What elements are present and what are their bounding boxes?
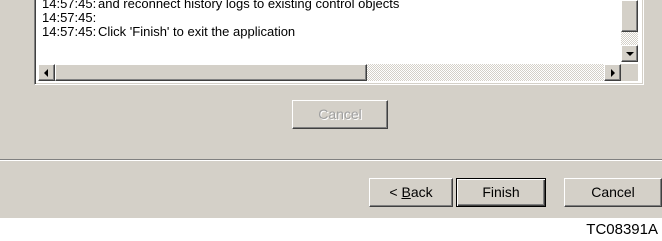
log-message: Click 'Finish' to exit the application xyxy=(98,24,296,39)
log-line: 14:57:45: xyxy=(42,11,617,25)
log-text-area[interactable]: 14:57:45: and reconnect history logs to e… xyxy=(42,0,617,59)
arrow-right-icon xyxy=(611,69,615,77)
arrow-left-icon xyxy=(44,69,48,77)
cancel-operation-button[interactable]: Cancel xyxy=(292,100,388,129)
back-label-rest: ack xyxy=(410,184,433,200)
back-prefix: < xyxy=(389,184,402,200)
log-output: 14:57:45: and reconnect history logs to e… xyxy=(34,0,644,85)
scroll-right-button[interactable] xyxy=(604,64,621,81)
horizontal-scrollbar[interactable] xyxy=(38,64,621,81)
back-button[interactable]: < Back xyxy=(369,178,453,207)
log-message: and reconnect history logs to existing c… xyxy=(98,0,400,11)
finish-button[interactable]: Finish xyxy=(456,178,546,207)
log-timestamp: 14:57:45: xyxy=(42,10,97,25)
cancel-button[interactable]: Cancel xyxy=(564,178,662,207)
back-mnemonic: B xyxy=(401,184,411,200)
arrow-down-icon xyxy=(626,52,634,56)
separator-line xyxy=(0,159,662,161)
figure-code: TC08391A xyxy=(586,221,658,238)
scroll-left-button[interactable] xyxy=(38,64,55,81)
scroll-down-button[interactable] xyxy=(621,45,638,62)
log-line: 14:57:45: and reconnect history logs to e… xyxy=(42,0,617,11)
horizontal-scroll-thumb[interactable] xyxy=(55,64,367,81)
log-timestamp: 14:57:45: xyxy=(42,24,97,39)
vertical-scrollbar[interactable] xyxy=(621,0,638,62)
vertical-scroll-thumb[interactable] xyxy=(621,0,638,32)
scrollbar-corner xyxy=(621,64,638,81)
log-line: 14:57:45: Click 'Finish' to exit the appl… xyxy=(42,25,617,39)
wizard-dialog: 14:57:45: and reconnect history logs to e… xyxy=(0,0,662,218)
